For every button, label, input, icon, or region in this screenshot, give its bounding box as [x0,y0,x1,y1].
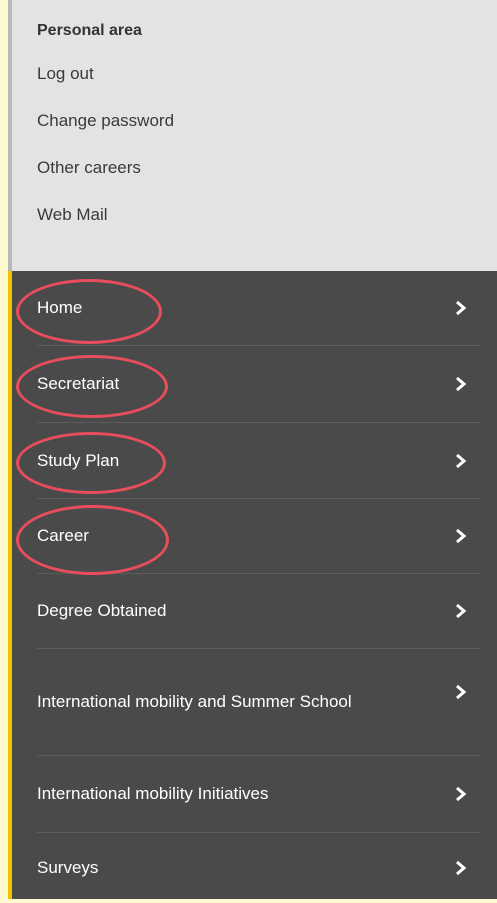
menu-item-label: Degree Obtained [37,601,167,620]
menu-item-label: Home [37,298,83,317]
chevron-right-icon [456,603,467,619]
chevron-right-icon [456,453,467,468]
chevron-right-icon [456,786,467,802]
menu-item-surveys[interactable]: Surveys [37,833,481,903]
menu-item-home[interactable]: Home [37,271,481,346]
web-mail-link[interactable]: Web Mail [37,203,497,227]
main-menu: Home Secretariat Study Plan Career Degre… [12,271,497,903]
menu-item-international-mobility-summer-school[interactable]: International mobility and Summer School [37,649,481,756]
chevron-right-icon [456,376,467,392]
menu-item-career[interactable]: Career [37,499,481,574]
personal-area-section: Personal area Log out Change password Ot… [8,0,497,271]
sidebar-menu-panel: Personal area Log out Change password Ot… [8,0,497,899]
chevron-right-icon [456,528,467,544]
menu-item-study-plan[interactable]: Study Plan [37,423,481,499]
chevron-right-icon [456,684,467,700]
menu-item-label: Secretariat [37,374,120,393]
menu-item-label: Career [37,526,89,545]
other-careers-link[interactable]: Other careers [37,156,497,180]
menu-item-secretariat[interactable]: Secretariat [37,346,481,423]
chevron-right-icon [456,300,467,316]
chevron-right-icon [456,860,467,876]
menu-item-degree-obtained[interactable]: Degree Obtained [37,574,481,649]
menu-item-label: International mobility Initiatives [37,784,269,803]
change-password-link[interactable]: Change password [37,109,497,133]
menu-item-label: Surveys [37,858,99,877]
menu-item-international-mobility-initiatives[interactable]: International mobility Initiatives [37,756,481,833]
menu-item-label: Study Plan [37,450,120,470]
log-out-link[interactable]: Log out [37,62,497,86]
menu-item-label: International mobility and Summer School [37,692,352,711]
personal-area-title: Personal area [37,22,142,39]
